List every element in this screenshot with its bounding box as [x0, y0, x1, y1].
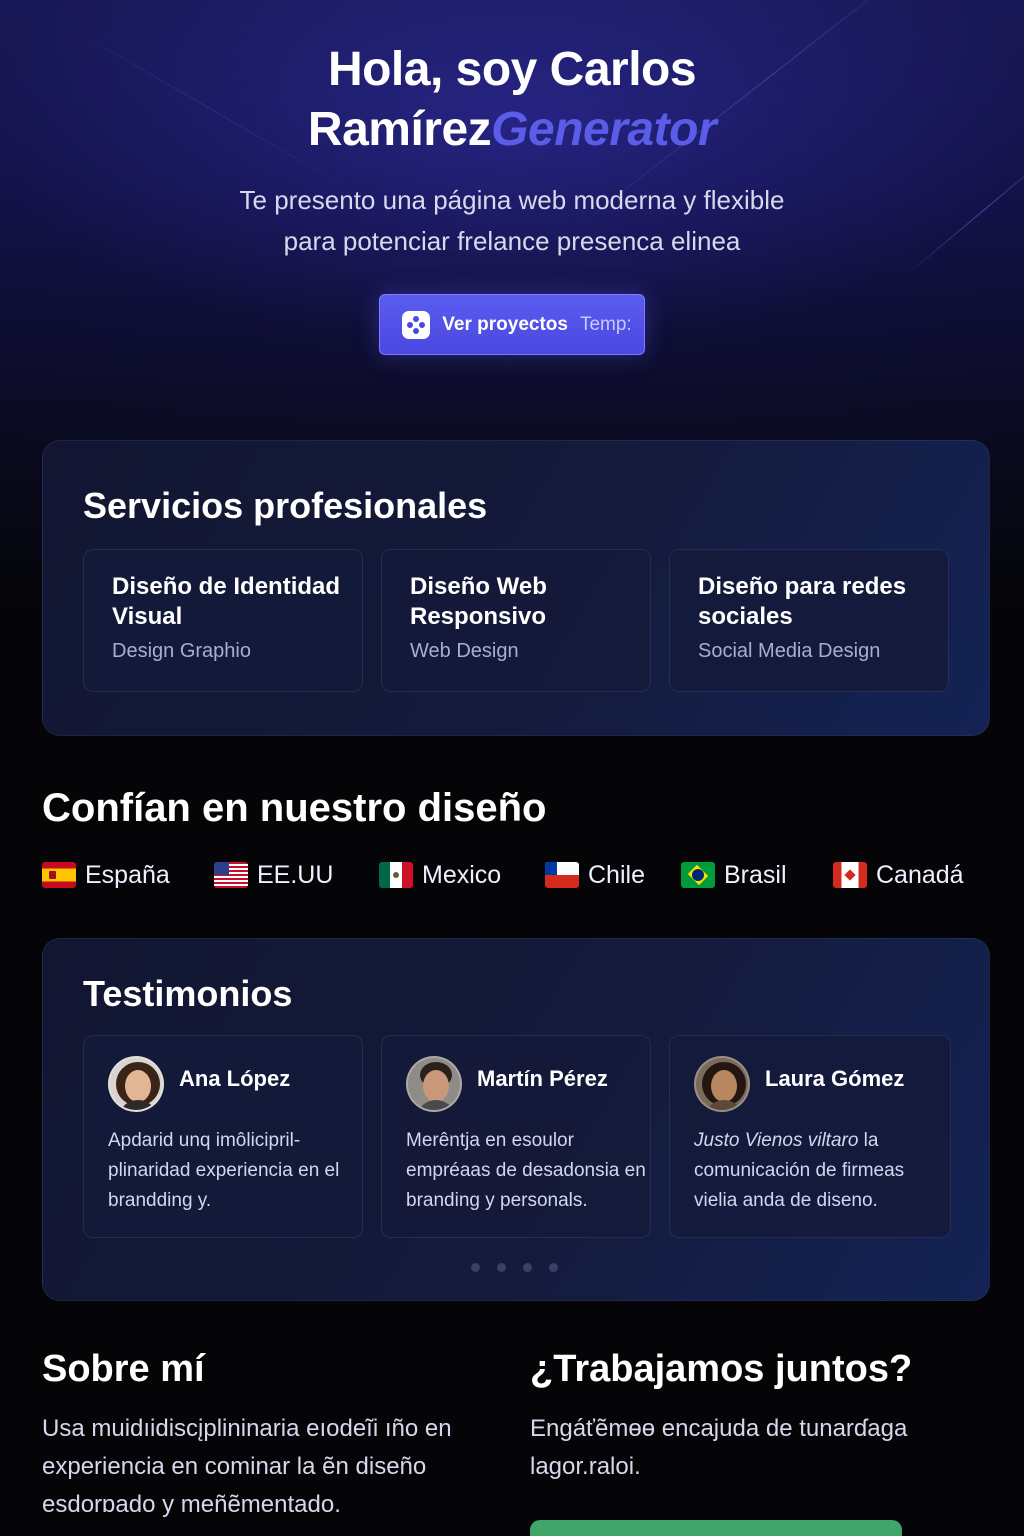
avatar — [694, 1056, 750, 1112]
service-title: Diseño para redes sociales — [698, 573, 907, 630]
carousel-pagination — [471, 1263, 558, 1272]
country-name: Brasil — [724, 860, 787, 889]
service-subtitle: Web Design — [410, 640, 519, 662]
hero-section: Hola, soy Carlos RamírezGenerator Te pre… — [0, 40, 1024, 355]
avatar — [406, 1056, 462, 1112]
testimonial-text: Apdarid unq imôlicipril-plinaridad exper… — [108, 1130, 340, 1211]
testimonial-card: Martín Pérez Merêntja en esoulor empréaa… — [381, 1035, 651, 1238]
about-title: Sobre mí — [42, 1348, 205, 1390]
pagination-dot[interactable] — [497, 1263, 506, 1272]
testimonial-card: Laura Gómez Justo Vienos viltaro la comu… — [669, 1035, 951, 1238]
page: Hola, soy Carlos RamírezGenerator Te pre… — [0, 0, 1024, 1536]
hero-title: Hola, soy Carlos RamírezGenerator — [232, 40, 792, 160]
spain-flag-icon — [42, 862, 76, 888]
service-card-identity[interactable]: Diseño de Identidad Visual Design Graphi… — [83, 549, 363, 692]
testimonial-name: Martín Pérez — [477, 1066, 608, 1091]
pagination-dot[interactable] — [549, 1263, 558, 1272]
usa-flag-icon — [214, 862, 248, 888]
about-text: Usa muidıidiscįplininaria eıodeĩi ıño en… — [42, 1415, 452, 1518]
hero-title-accent: Generator — [491, 103, 717, 156]
testimonials-panel: Testimonios Ana López Apdarid unq imôlic… — [42, 938, 990, 1301]
pagination-dot[interactable] — [471, 1263, 480, 1272]
service-subtitle: Design Graphio — [112, 640, 251, 662]
mexico-flag-icon — [379, 862, 413, 888]
canada-flag-icon — [833, 862, 867, 888]
brazil-flag-icon — [681, 862, 715, 888]
country-item: España — [42, 858, 170, 892]
testimonial-text: Merêntja en esoulor empréaas de desadons… — [406, 1130, 646, 1211]
service-title: Diseño de Identidad Visual — [112, 573, 341, 630]
service-subtitle: Social Media Design — [698, 640, 881, 662]
country-name: Chile — [588, 860, 645, 889]
testimonial-card: Ana López Apdarid unq imôlicipril-plinar… — [83, 1035, 363, 1238]
avatar — [108, 1056, 164, 1112]
country-item: EE.UU — [214, 858, 333, 892]
country-item: Chile — [545, 858, 645, 892]
testimonials-title: Testimonios — [83, 973, 293, 1014]
pagination-dot[interactable] — [523, 1263, 532, 1272]
view-projects-button[interactable]: Ver proyectos Temp: — [379, 294, 645, 355]
services-title: Servicios profesionales — [83, 485, 488, 526]
country-item: Brasil — [681, 858, 787, 892]
view-projects-tail: Temp: — [579, 313, 632, 335]
contact-text: Engáťẽmɵɵ encajuda de tunarɗaga lagor.ra… — [530, 1415, 908, 1480]
gamepad-icon — [402, 310, 431, 339]
country-item: Mexico — [379, 858, 501, 892]
country-name: EE.UU — [257, 860, 334, 889]
testimonial-text: Justo Vienos viltaro la comunicación de … — [694, 1126, 934, 1216]
hero-subtitle: Te presento una página web moderna y fle… — [239, 185, 785, 256]
testimonial-name: Laura Gómez — [765, 1066, 905, 1091]
testimonial-text-italic: Justo Vienos viltaro — [694, 1130, 859, 1151]
country-name: Mexico — [422, 860, 502, 889]
service-card-web[interactable]: Diseño Web Responsivo Web Design — [381, 549, 651, 692]
chile-flag-icon — [545, 862, 579, 888]
country-name: Canadá — [876, 860, 964, 889]
country-name: España — [85, 860, 170, 889]
trust-title: Confían en nuestro diseño — [42, 786, 547, 830]
testimonial-name: Ana López — [179, 1066, 291, 1091]
contact-button[interactable] — [530, 1520, 902, 1536]
contact-title: ¿Trabajamos juntos? — [530, 1348, 913, 1390]
country-item: Canadá — [833, 858, 964, 892]
service-card-social[interactable]: Diseño para redes sociales Social Media … — [669, 549, 949, 692]
service-title: Diseño Web Responsivo — [410, 573, 547, 630]
view-projects-label: Ver proyectos — [442, 313, 568, 335]
services-panel: Servicios profesionales Diseño de Identi… — [42, 440, 990, 736]
